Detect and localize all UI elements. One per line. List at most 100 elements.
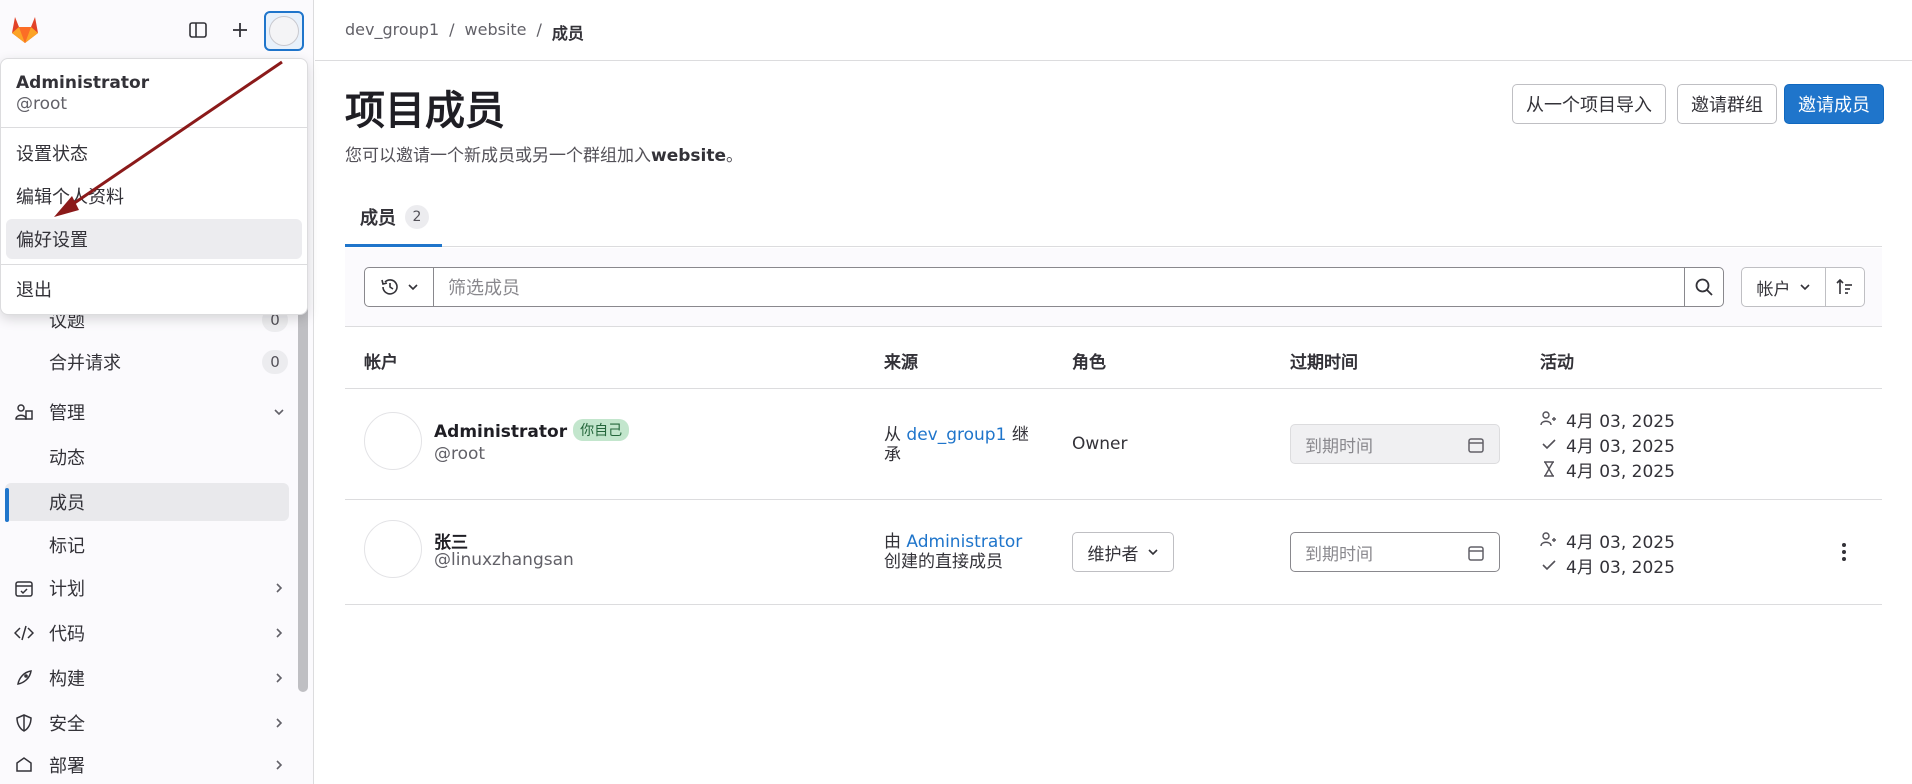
hourglass-icon (1540, 460, 1558, 478)
sidebar-item-activity[interactable]: 动态 (0, 438, 300, 476)
source-user-link[interactable]: Administrator (906, 532, 1022, 552)
sidebar-item-members[interactable]: 成员 (5, 483, 289, 521)
filter-members-input[interactable]: 筛选成员 (433, 267, 1685, 307)
menu-item-set-status[interactable]: 设置状态 (6, 133, 302, 173)
main-content: dev_group1 / website / 成员 项目成员 您可以邀请一个新成… (315, 0, 1912, 784)
sort-by-dropdown[interactable]: 帐户 (1741, 267, 1826, 307)
column-header-expiration: 过期时间 (1290, 353, 1358, 373)
filter-bar: 筛选成员 帐户 (345, 248, 1882, 327)
chevron-down-icon (274, 409, 284, 416)
its-you-badge: 你自己 (573, 419, 630, 441)
role-dropdown[interactable]: 维护者 (1072, 532, 1174, 572)
chevron-right-icon (276, 673, 283, 683)
avatar (269, 16, 299, 46)
check-icon (1540, 556, 1558, 574)
page-subtitle: 您可以邀请一个新成员或另一个群组加入website。 (345, 146, 744, 166)
sidebar-item-deploy[interactable]: 部署 (0, 746, 300, 784)
activity-user-created: 4月 03, 2025 (1540, 528, 1675, 553)
deploy-icon (14, 755, 34, 775)
recent-searches-dropdown[interactable] (364, 267, 434, 307)
activity-user-created: 4月 03, 2025 (1540, 407, 1675, 432)
user-dropdown-menu: Administrator @root 设置状态 编辑个人资料 偏好设置 退出 (0, 58, 308, 315)
member-handle: @linuxzhangsan (434, 550, 574, 570)
chevron-down-icon (1799, 284, 1810, 291)
table-row: 张三 @linuxzhangsan 由 Administrator 创建的直接成… (345, 500, 1882, 605)
expiration-date-input[interactable]: 到期时间 (1290, 532, 1500, 572)
sort-direction-button[interactable] (1825, 267, 1865, 307)
menu-item-sign-out[interactable]: 退出 (6, 269, 302, 309)
more-actions-icon[interactable] (1832, 540, 1856, 564)
sidebar-item-plan[interactable]: 计划 (0, 569, 300, 607)
table-row: Administrator 你自己 @root 从 dev_group1 继承 O… (345, 389, 1882, 500)
sidebar-header (0, 0, 314, 60)
breadcrumb: dev_group1 / website / 成员 (345, 20, 584, 44)
column-header-role: 角色 (1072, 353, 1106, 373)
code-icon (14, 623, 34, 643)
check-icon (1540, 435, 1558, 453)
calendar-icon (14, 578, 34, 598)
create-new-icon[interactable] (224, 14, 256, 46)
breadcrumb-project[interactable]: website (465, 20, 527, 44)
import-from-project-button[interactable]: 从一个项目导入 (1512, 84, 1666, 124)
member-name[interactable]: Administrator 你自己 (434, 419, 630, 442)
member-avatar[interactable] (364, 520, 422, 578)
shield-icon (14, 713, 34, 733)
source-group-link[interactable]: dev_group1 (906, 425, 1006, 445)
chevron-down-icon (408, 284, 418, 291)
chevron-right-icon (276, 718, 283, 728)
sidebar-item-manage[interactable]: 管理 (0, 393, 300, 431)
column-header-account: 帐户 (364, 353, 398, 373)
chevron-right-icon (276, 760, 283, 770)
member-source: 由 Administrator 创建的直接成员 (884, 532, 1023, 572)
activity-access-granted: 4月 03, 2025 (1540, 432, 1675, 457)
activity-last-activity: 4月 03, 2025 (1540, 457, 1675, 482)
gitlab-logo-icon[interactable] (8, 12, 42, 46)
members-count-badge: 2 (405, 205, 429, 229)
column-header-activity: 活动 (1540, 353, 1574, 373)
rocket-icon (14, 668, 34, 688)
sidebar-item-code[interactable]: 代码 (0, 614, 300, 652)
calendar-icon (1468, 546, 1484, 561)
user-add-icon (1540, 410, 1558, 428)
search-icon (1695, 278, 1713, 296)
sidebar-toggle-icon[interactable] (182, 14, 214, 46)
menu-user-name[interactable]: Administrator (16, 73, 149, 93)
sidebar-item-secure[interactable]: 安全 (0, 704, 300, 742)
tab-members[interactable]: 成员 2 (345, 190, 442, 247)
breadcrumb-current[interactable]: 成员 (552, 20, 584, 44)
user-add-icon (1540, 531, 1558, 549)
menu-user-handle[interactable]: @root (16, 94, 67, 114)
menu-divider (1, 127, 307, 128)
member-source: 从 dev_group1 继承 (884, 425, 1029, 465)
chevron-down-icon (1147, 549, 1158, 556)
members-table-header: 帐户 来源 角色 过期时间 活动 (345, 328, 1882, 389)
member-handle: @root (434, 444, 486, 464)
invite-members-button[interactable]: 邀请成员 (1784, 84, 1884, 124)
sidebar-scrollbar[interactable] (298, 280, 308, 692)
user-avatar-button[interactable] (264, 11, 304, 51)
menu-divider (1, 264, 307, 265)
breadcrumb-separator: / (449, 20, 455, 39)
search-button[interactable] (1684, 267, 1724, 307)
breadcrumb-separator: / (536, 20, 542, 39)
member-role: Owner (1072, 434, 1128, 454)
expiration-date-input: 到期时间 (1290, 424, 1500, 464)
tabs: 成员 2 (345, 190, 1882, 247)
sidebar-item-build[interactable]: 构建 (0, 659, 300, 697)
users-icon (14, 402, 34, 422)
member-avatar[interactable] (364, 412, 422, 470)
page-title: 项目成员 (345, 88, 505, 134)
invite-group-button[interactable]: 邀请群组 (1677, 84, 1777, 124)
sort-ascending-icon (1836, 278, 1852, 294)
activity-access-granted: 4月 03, 2025 (1540, 553, 1675, 578)
calendar-icon (1468, 438, 1484, 453)
column-header-source: 来源 (884, 353, 918, 373)
chevron-right-icon (276, 583, 283, 593)
sidebar-item-merge-requests[interactable]: 合并请求 0 (0, 343, 300, 381)
active-indicator (5, 488, 9, 522)
breadcrumb-group[interactable]: dev_group1 (345, 20, 439, 44)
menu-item-edit-profile[interactable]: 编辑个人资料 (6, 176, 302, 216)
menu-item-preferences[interactable]: 偏好设置 (6, 219, 302, 259)
sidebar-item-labels[interactable]: 标记 (0, 526, 300, 564)
merge-requests-count-badge: 0 (262, 350, 288, 374)
